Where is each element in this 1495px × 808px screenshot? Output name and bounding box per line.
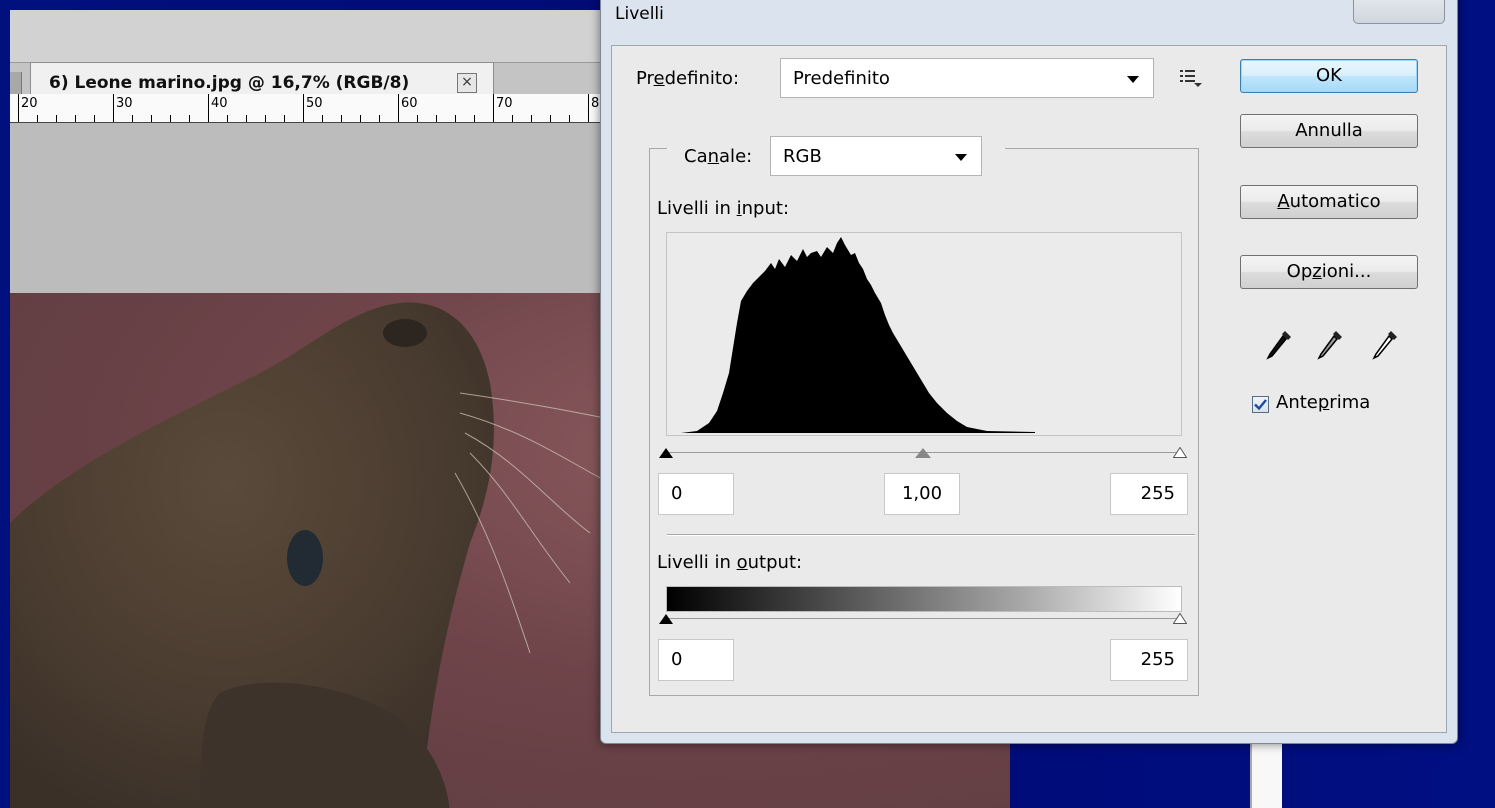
ruler-minor-tick	[455, 115, 456, 122]
output-black-point-handle[interactable]	[659, 614, 673, 624]
ruler-minor-tick	[550, 115, 551, 122]
output-white-point-handle[interactable]	[1173, 613, 1187, 624]
input-black-point-handle[interactable]	[659, 448, 673, 458]
ruler-minor-tick	[94, 115, 95, 122]
checkmark-icon	[1254, 399, 1267, 411]
ruler-minor-tick	[341, 115, 342, 122]
ruler-minor-tick	[360, 115, 361, 122]
ruler-minor-tick	[322, 115, 323, 122]
ruler-label: 8	[591, 96, 600, 111]
ruler-label: 70	[496, 96, 513, 111]
input-white-field[interactable]: 255	[1110, 473, 1188, 515]
ruler-major-tick	[588, 94, 589, 122]
channel-value: RGB	[783, 146, 822, 167]
histogram	[666, 232, 1182, 436]
ruler-minor-tick	[512, 115, 513, 122]
ruler-minor-tick	[284, 115, 285, 122]
output-gradient-bar	[666, 586, 1182, 612]
ruler-minor-tick	[56, 115, 57, 122]
output-white-field[interactable]: 255	[1110, 639, 1188, 681]
ruler-minor-tick	[37, 115, 38, 122]
output-levels-label: Livelli in output:	[657, 552, 803, 573]
ruler-minor-tick	[75, 115, 76, 122]
preset-menu-icon[interactable]	[1180, 68, 1204, 88]
ruler-minor-tick	[417, 115, 418, 122]
ruler-minor-tick	[189, 115, 190, 122]
histogram-graph	[681, 237, 1035, 433]
ruler-minor-tick	[436, 115, 437, 122]
input-gamma-handle[interactable]	[915, 448, 931, 458]
output-black-field[interactable]: 0	[658, 639, 734, 681]
levels-dialog: Livelli Predefinito: Predefinito Canale:…	[600, 0, 1458, 744]
input-gamma-field[interactable]: 1,00	[884, 473, 960, 515]
previous-document-tab[interactable]	[10, 72, 22, 96]
ok-button[interactable]: OK	[1240, 59, 1418, 93]
preview-checkbox[interactable]	[1252, 396, 1269, 413]
dialog-close-button[interactable]	[1353, 0, 1445, 24]
document-tab-label: 6) Leone marino.jpg @ 16,7% (RGB/8)	[49, 73, 410, 93]
close-tab-icon[interactable]: ×	[457, 73, 477, 93]
ruler-major-tick	[493, 94, 494, 122]
ruler-minor-tick	[265, 115, 266, 122]
ruler-label: 50	[306, 96, 323, 111]
input-black-field[interactable]: 0	[658, 473, 734, 515]
options-button[interactable]: Opzioni...	[1240, 255, 1418, 289]
ruler-minor-tick	[569, 115, 570, 122]
dialog-title: Livelli	[615, 4, 664, 24]
input-levels-label: Livelli in input:	[657, 198, 790, 219]
ruler-minor-tick	[531, 115, 532, 122]
ruler-label: 40	[211, 96, 228, 111]
ruler-major-tick	[113, 94, 114, 122]
channel-dropdown[interactable]: RGB	[770, 136, 982, 176]
black-eyedropper-icon[interactable]	[1264, 328, 1294, 362]
input-white-point-handle[interactable]	[1173, 447, 1187, 458]
gray-eyedropper-icon[interactable]	[1315, 328, 1345, 362]
ruler-minor-tick	[170, 115, 171, 122]
preset-label: Predefinito:	[636, 68, 740, 89]
separator	[667, 534, 1195, 535]
ruler-major-tick	[398, 94, 399, 122]
ruler-minor-tick	[227, 115, 228, 122]
ruler-label: 30	[116, 96, 133, 111]
ruler-minor-tick	[151, 115, 152, 122]
auto-button[interactable]: Automatico	[1240, 185, 1418, 219]
ruler-minor-tick	[379, 115, 380, 122]
preset-dropdown[interactable]: Predefinito	[780, 58, 1154, 98]
channel-label: Canale:	[684, 146, 753, 167]
preset-value: Predefinito	[793, 68, 890, 89]
ruler-label: 20	[21, 96, 38, 111]
ruler-minor-tick	[132, 115, 133, 122]
ruler-minor-tick	[246, 115, 247, 122]
ruler-major-tick	[208, 94, 209, 122]
cancel-button[interactable]: Annulla	[1240, 114, 1418, 148]
dialog-body: Predefinito: Predefinito Canale: RGB Liv…	[611, 45, 1447, 733]
chevron-down-icon	[955, 154, 967, 161]
chevron-down-icon	[1127, 76, 1139, 83]
ruler-label: 60	[401, 96, 418, 111]
ruler-minor-tick	[474, 115, 475, 122]
output-slider-track[interactable]	[666, 618, 1180, 619]
ruler-major-tick	[303, 94, 304, 122]
white-eyedropper-icon[interactable]	[1370, 328, 1400, 362]
ruler-major-tick	[18, 94, 19, 122]
preview-label: Anteprima	[1276, 392, 1371, 413]
